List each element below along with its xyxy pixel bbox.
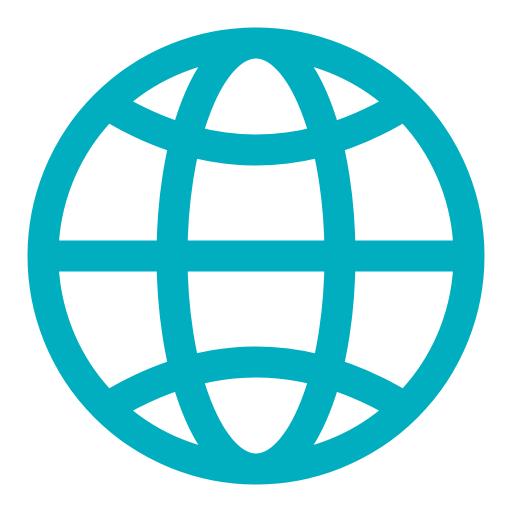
globe-icon xyxy=(27,27,485,485)
globe-lower-latitude xyxy=(91,346,421,426)
globe-upper-latitude xyxy=(91,86,421,166)
globe-icon-canvas xyxy=(0,0,512,512)
